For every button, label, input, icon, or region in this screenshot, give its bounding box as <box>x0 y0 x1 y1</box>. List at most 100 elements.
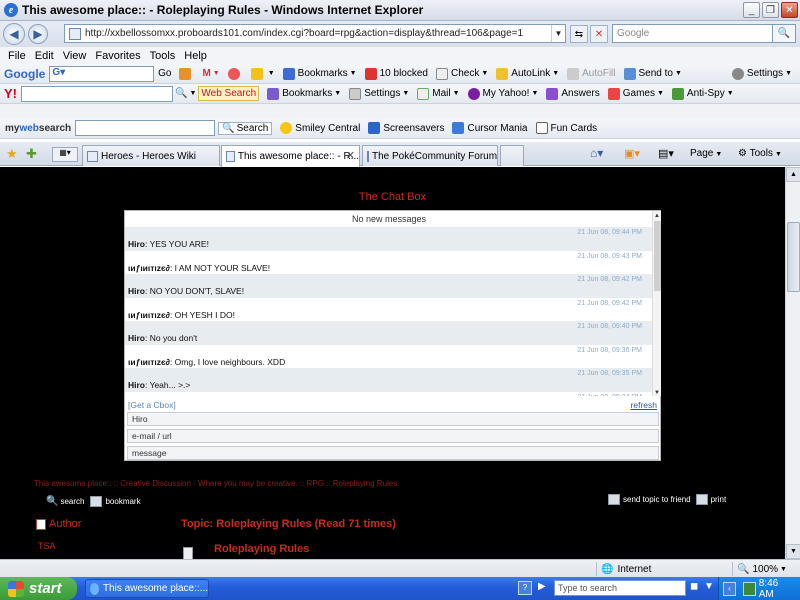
name-field[interactable]: Hiro <box>127 412 659 426</box>
mywebsearch-input[interactable] <box>75 120 216 136</box>
stop-icon[interactable]: ✕ <box>590 25 608 43</box>
google-bookmarks-button[interactable]: Bookmarks ▼ <box>282 67 357 80</box>
new-tab-button[interactable] <box>500 145 524 166</box>
menu-edit[interactable]: Edit <box>35 50 54 62</box>
page-scroll-down-icon[interactable]: ▼ <box>786 544 800 559</box>
yahoo-search-input[interactable] <box>21 85 173 102</box>
chat-message-user[interactable]: Hiro <box>128 286 145 296</box>
taskbar-arrow-icon[interactable]: ▶ <box>538 581 546 592</box>
tab-favicon <box>367 150 369 162</box>
yahoo-settings-button[interactable]: Settings ▼ <box>349 87 409 100</box>
zoom-control[interactable]: 🔍 100% ▼ <box>732 562 800 576</box>
print-icon[interactable]: ▤▾ <box>658 147 674 160</box>
menu-help[interactable]: Help <box>184 50 207 62</box>
chat-message-user[interactable]: ιиƒιиιтιzє∂ <box>128 310 170 320</box>
chat-message-user[interactable]: Hiro <box>128 380 145 390</box>
chat-message-user[interactable]: Hiro <box>128 239 145 249</box>
tab-awesome-place[interactable]: This awesome place:: - R... ✕ <box>221 145 360 167</box>
google-toolbar-input[interactable]: G▾ <box>49 65 155 82</box>
yahoo-answers-button[interactable]: Answers <box>546 87 600 100</box>
chat-message-text: Hiro: Yeah... >.> <box>128 380 190 390</box>
anti-spy-button[interactable]: Anti-Spy ▼ <box>671 87 734 100</box>
yahoo-search-dropdown-icon[interactable]: 🔍 ▼ <box>175 88 196 99</box>
scroll-up-icon[interactable]: ▲ <box>654 213 660 219</box>
gmail-icon[interactable]: M ▼ <box>202 68 219 79</box>
back-button[interactable]: ◀ <box>3 23 25 45</box>
autolink-button[interactable]: AutoLink ▼ <box>496 67 559 80</box>
menu-view[interactable]: View <box>63 50 87 62</box>
web-search-button[interactable]: Web Search <box>198 86 260 101</box>
refresh-icon[interactable]: ⇆ <box>570 25 588 43</box>
add-favorites-icon[interactable]: ✚ <box>26 146 37 162</box>
refresh-link[interactable]: refresh <box>631 400 657 410</box>
popup-blocked-button[interactable]: 10 blocked <box>364 67 428 80</box>
page-scroll-up-icon[interactable]: ▲ <box>786 167 800 182</box>
yahoo-games-button[interactable]: Games ▼ <box>607 87 664 100</box>
spell-check-button[interactable]: Check ▼ <box>435 67 488 80</box>
post-author-name[interactable]: TSA <box>38 541 56 551</box>
email-url-field[interactable]: e-mail / url <box>127 429 659 443</box>
autofill-button[interactable]: AutoFill <box>567 67 616 80</box>
page-menu[interactable]: Page ▼ <box>690 148 722 159</box>
search-icon: 🔍 <box>222 122 235 134</box>
feeds-icon[interactable]: ▣▾ <box>624 147 640 160</box>
tab-pokecommunity[interactable]: The PokéCommunity Forums ... <box>362 145 498 166</box>
google-apps-icon[interactable] <box>250 67 263 80</box>
tray-arrow-icon[interactable]: ‹ <box>723 581 736 596</box>
search-link[interactable]: search <box>60 497 84 506</box>
google-settings-button[interactable]: Settings ▼ <box>731 67 792 80</box>
send-topic-icon <box>608 494 620 505</box>
search-icon[interactable]: 🔍 <box>772 24 796 43</box>
maximize-button[interactable]: ❐ <box>762 2 779 18</box>
taskbar-menu-icon[interactable]: ▼ <box>704 581 714 592</box>
menu-file[interactable]: File <box>8 50 26 62</box>
taskbar-stop-icon[interactable]: ◼ <box>690 581 698 592</box>
my-yahoo-button[interactable]: My Yahoo! ▼ <box>467 87 538 100</box>
cursor-mania-button[interactable]: Cursor Mania <box>452 122 528 134</box>
help-icon[interactable]: ? <box>518 581 532 595</box>
clock[interactable]: 8:46 AM <box>759 578 792 600</box>
menu-favorites[interactable]: Favorites <box>95 50 140 62</box>
favorites-star-icon[interactable]: ★ <box>6 146 18 162</box>
chat-message-user[interactable]: ιиƒιиιтιzє∂ <box>128 357 170 367</box>
smiley-central-button[interactable]: Smiley Central <box>280 122 360 134</box>
yahoo-mail-button[interactable]: Mail ▼ <box>417 87 460 100</box>
chat-message-user[interactable]: Hiro <box>128 333 145 343</box>
google-go-button[interactable]: Go <box>158 68 171 79</box>
scroll-down-icon[interactable]: ▼ <box>654 390 660 396</box>
minimize-button[interactable]: _ <box>743 2 760 18</box>
quick-tabs-icon[interactable]: ▦▾ <box>52 147 78 162</box>
yahoo-bookmarks-button[interactable]: Bookmarks ▼ <box>267 87 341 100</box>
tray-app-icon[interactable] <box>742 581 756 596</box>
close-tab-icon[interactable]: ✕ <box>346 149 355 162</box>
google-search-input[interactable]: Google <box>612 24 782 43</box>
page-scrollbar[interactable]: ▲ ▼ <box>785 167 800 559</box>
mywebsearch-search-button[interactable]: 🔍 Search <box>218 121 273 135</box>
send-topic-link[interactable]: send topic to friend <box>623 495 691 504</box>
address-bar[interactable]: http://xxbellossomxx.proboards101.com/in… <box>64 24 566 43</box>
chat-scrollbar[interactable]: ▲ ▼ <box>652 211 661 396</box>
home-icon[interactable]: ⌂▾ <box>590 146 603 160</box>
forward-button[interactable]: ▶ <box>28 24 48 44</box>
calendar-icon[interactable] <box>227 67 240 80</box>
page-scroll-thumb[interactable] <box>787 222 800 292</box>
start-button[interactable]: start <box>0 577 77 600</box>
taskbar-ie-window[interactable]: This awesome place::... <box>85 579 209 598</box>
chat-message-user[interactable]: ιиƒιиιтιzє∂ <box>128 263 170 273</box>
bookmark-link[interactable]: bookmark <box>105 497 140 506</box>
message-field[interactable]: message <box>127 446 659 460</box>
print-link[interactable]: print <box>711 495 727 504</box>
tab-heroes-wiki[interactable]: Heroes - Heroes Wiki <box>82 145 220 166</box>
fun-cards-button[interactable]: Fun Cards <box>535 122 597 134</box>
chat-scroll-thumb[interactable] <box>654 221 661 291</box>
screensavers-button[interactable]: Screensavers <box>368 122 444 134</box>
taskbar-search-input[interactable]: Type to search <box>554 580 686 596</box>
address-dropdown-icon[interactable]: ▼ <box>551 25 565 42</box>
breadcrumb[interactable]: This awesome place:: :: Creative Discuss… <box>34 479 397 488</box>
send-to-button[interactable]: Send to ▼ <box>623 67 682 80</box>
menu-tools[interactable]: Tools <box>150 50 176 62</box>
tools-menu[interactable]: ⚙ Tools ▼ <box>738 148 782 159</box>
ie-logo-icon: e <box>4 3 18 17</box>
close-window-button[interactable]: ✕ <box>781 2 798 18</box>
get-cbox-link[interactable]: [Get a Cbox] <box>128 400 176 410</box>
